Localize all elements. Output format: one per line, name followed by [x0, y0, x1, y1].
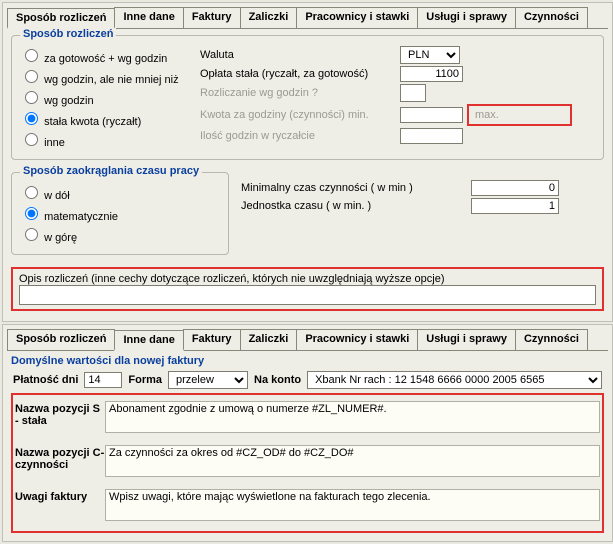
row-c-label: Nazwa pozycji C-czynności — [15, 445, 105, 471]
hour-rate-max-input — [503, 108, 564, 122]
currency-label: Waluta — [200, 49, 400, 61]
notes-label: Uwagi faktury — [15, 489, 105, 503]
min-time-label: Minimalny czas czynności ( w min ) — [241, 182, 471, 194]
tab2-invoices[interactable]: Faktury — [183, 329, 241, 350]
min-time-input[interactable] — [471, 180, 559, 196]
hours-in-flat-input — [400, 128, 463, 144]
invoice-defaults-title: Domyślne wartości dla nowej faktury — [11, 355, 608, 367]
opt-readiness-hours[interactable]: za gotowość + wg godzin — [20, 46, 200, 65]
round-up[interactable]: w górę — [20, 225, 220, 244]
tab-services-cases[interactable]: Usługi i sprawy — [417, 7, 516, 28]
opt-flat[interactable]: stała kwota (ryczałt) — [20, 109, 200, 128]
tab2-settlement[interactable]: Sposób rozliczeń — [7, 329, 115, 350]
unit-input[interactable] — [471, 198, 559, 214]
account-label: Na konto — [254, 374, 301, 386]
payment-days-label: Płatność dni — [13, 374, 78, 386]
payment-form-label: Forma — [128, 374, 162, 386]
tab-advances[interactable]: Zaliczki — [240, 7, 298, 28]
tab2-other-data[interactable]: Inne dane — [114, 330, 183, 351]
hour-billing-check — [400, 84, 426, 102]
hour-rate-min-input — [400, 107, 463, 123]
opt-hours[interactable]: wg godzin — [20, 88, 200, 107]
invoice-fields-highlight: Nazwa pozycji S - stała Nazwa pozycji C-… — [11, 393, 604, 533]
round-down[interactable]: w dół — [20, 183, 220, 202]
tabs-top: Sposób rozliczeń Inne dane Faktury Zalic… — [7, 7, 608, 29]
rounding-group: Sposób zaokrąglania czasu pracy w dół ma… — [11, 172, 229, 255]
tab2-advances[interactable]: Zaliczki — [240, 329, 298, 350]
row-c-input[interactable] — [105, 445, 600, 477]
account-select[interactable]: Xbank Nr rach : 12 1548 6666 0000 2005 6… — [307, 371, 602, 389]
description-label: Opis rozliczeń (inne cechy dotyczące roz… — [19, 273, 596, 285]
settlement-method-title: Sposób rozliczeń — [20, 28, 116, 40]
other-data-panel: Sposób rozliczeń Inne dane Faktury Zalic… — [2, 324, 613, 542]
opt-hours-not-less[interactable]: wg godzin, ale nie mniej niż — [20, 67, 200, 86]
row-s-input[interactable] — [105, 401, 600, 433]
tab2-activities[interactable]: Czynności — [515, 329, 588, 350]
rounding-title: Sposób zaokrąglania czasu pracy — [20, 165, 202, 177]
notes-input[interactable] — [105, 489, 600, 521]
hours-in-flat-label: Ilość godzin w ryczałcie — [200, 130, 400, 142]
flat-fee-label: Opłata stała (ryczałt, za gotowość) — [200, 68, 400, 80]
hour-rate-max-label: max. — [475, 109, 499, 121]
round-math[interactable]: matematycznie — [20, 204, 220, 223]
tab2-services-cases[interactable]: Usługi i sprawy — [417, 329, 516, 350]
tab-settlement[interactable]: Sposób rozliczeń — [7, 8, 115, 29]
tab-employees-rates[interactable]: Pracownicy i stawki — [296, 7, 418, 28]
payment-form-select[interactable]: przelew — [168, 371, 248, 389]
hour-billing-label: Rozliczanie wg godzin ? — [200, 87, 400, 99]
description-input[interactable] — [19, 285, 596, 305]
opt-other[interactable]: inne — [20, 130, 200, 149]
payment-days-input[interactable] — [84, 372, 122, 388]
tabs-bottom: Sposób rozliczeń Inne dane Faktury Zalic… — [7, 329, 608, 351]
settlement-panel: Sposób rozliczeń Inne dane Faktury Zalic… — [2, 2, 613, 322]
tab-activities[interactable]: Czynności — [515, 7, 588, 28]
row-s-label: Nazwa pozycji S - stała — [15, 401, 105, 427]
tab-invoices[interactable]: Faktury — [183, 7, 241, 28]
unit-label: Jednostka czasu ( w min. ) — [241, 200, 471, 212]
description-box: Opis rozliczeń (inne cechy dotyczące roz… — [11, 267, 604, 311]
tab-other-data[interactable]: Inne dane — [114, 7, 183, 28]
settlement-method-group: Sposób rozliczeń za gotowość + wg godzin… — [11, 35, 604, 160]
hour-rate-label: Kwota za godziny (czynności) min. — [200, 109, 400, 121]
currency-select[interactable]: PLN — [400, 46, 460, 64]
flat-fee-input[interactable] — [400, 66, 463, 82]
hour-rate-max-highlight: max. — [467, 104, 572, 126]
tab2-employees-rates[interactable]: Pracownicy i stawki — [296, 329, 418, 350]
